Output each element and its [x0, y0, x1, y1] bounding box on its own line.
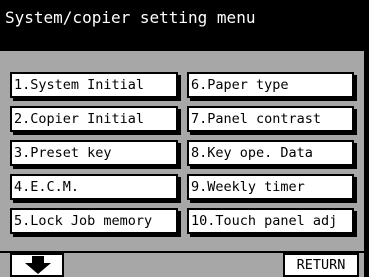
copier-panel-screen: System/copier setting menu 1.System Init… — [0, 0, 369, 277]
menu-area: 1.System Initial 2.Copier Initial 3.Pres… — [0, 51, 369, 251]
menu-button-panel-contrast[interactable]: 7.Panel contrast — [187, 106, 354, 132]
page-title: System/copier setting menu — [5, 8, 256, 27]
menu-button-touch-panel-adj[interactable]: 10.Touch panel adj — [187, 208, 354, 234]
menu-button-system-initial[interactable]: 1.System Initial — [10, 72, 178, 98]
right-edge-divider — [364, 51, 369, 277]
menu-button-copier-initial[interactable]: 2.Copier Initial — [10, 106, 178, 132]
return-button[interactable]: RETURN — [283, 253, 359, 277]
down-arrow-icon — [25, 256, 51, 274]
menu-button-key-ope-data[interactable]: 8.Key ope. Data — [187, 140, 354, 166]
scroll-down-button[interactable] — [10, 253, 64, 277]
menu-button-ecm[interactable]: 4.E.C.M. — [10, 174, 178, 200]
title-bar: System/copier setting menu — [0, 0, 369, 51]
menu-button-lock-job-memory[interactable]: 5.Lock Job memory — [10, 208, 178, 234]
menu-button-paper-type[interactable]: 6.Paper type — [187, 72, 354, 98]
footer-bar: RETURN — [0, 251, 369, 277]
menu-button-preset-key[interactable]: 3.Preset key — [10, 140, 178, 166]
menu-button-weekly-timer[interactable]: 9.Weekly timer — [187, 174, 354, 200]
